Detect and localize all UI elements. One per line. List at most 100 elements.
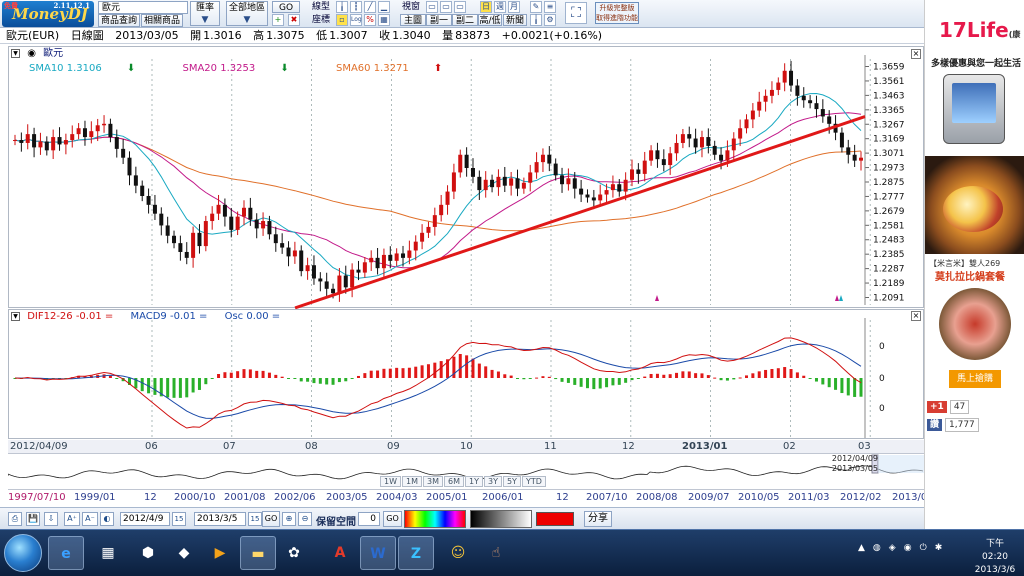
space-go-button[interactable]: GO — [383, 511, 402, 527]
gplus-widget[interactable]: +1 47 — [927, 400, 970, 414]
ad-logo[interactable]: 17Life(康 — [939, 18, 1020, 42]
news-button[interactable]: 新聞 — [503, 14, 527, 26]
start-calendar-icon[interactable]: 15 — [172, 512, 186, 526]
product-query-button[interactable]: 商品查詢 — [98, 14, 140, 27]
region-dropdown[interactable]: 全部地區 ▼ — [226, 1, 268, 26]
start-date-input[interactable]: 2012/4/9 — [120, 512, 170, 526]
period-3y-button[interactable]: 3Y — [483, 476, 502, 487]
period-1m-button[interactable]: 1M — [402, 476, 422, 487]
chat-icon[interactable]: ◉ — [904, 543, 912, 553]
app-icon[interactable]: ⬢ — [130, 536, 166, 570]
log-scale-button[interactable]: Log — [350, 14, 362, 26]
ad-sidebar[interactable]: 17Life(康 多樣優惠與您一起生活 【米言米】雙人269 莫扎拉比鍋套餐 馬… — [924, 0, 1024, 529]
gplus-button[interactable]: +1 — [927, 401, 947, 413]
price-chart[interactable]: 1.3659 1.3561 1.3463 1.3365 1.3267 1.3169 1.30… — [9, 47, 925, 309]
start-button[interactable] — [4, 534, 42, 572]
color-settings-icon[interactable]: ◐ — [100, 512, 114, 526]
percent-scale-button[interactable]: % — [364, 14, 376, 26]
power-icon[interactable]: ⏻ — [920, 543, 927, 553]
gray-gradient-picker[interactable] — [470, 510, 532, 528]
moneydj-taskbar-icon[interactable]: Z — [398, 536, 434, 570]
pizza-image[interactable] — [925, 156, 1024, 254]
word-icon[interactable]: W — [360, 536, 396, 570]
close-panel-button[interactable]: × — [911, 49, 921, 59]
ad-promo-name[interactable]: 莫扎拉比鍋套餐 — [935, 268, 1005, 283]
color-spectrum-picker[interactable] — [404, 510, 466, 528]
volume-icon[interactable]: ◈ — [889, 543, 896, 553]
tray-arrow-icon[interactable]: ▲ — [858, 543, 865, 553]
end-calendar-icon[interactable]: 15 — [248, 512, 262, 526]
coordinate-label[interactable]: 座標 — [312, 14, 330, 26]
grid-icon[interactable]: ▦ — [378, 14, 390, 26]
settings-icon[interactable]: ⚙ — [544, 14, 556, 26]
ie-icon[interactable]: e — [48, 536, 84, 570]
zoom-out-icon[interactable]: ⊖ — [298, 512, 312, 526]
area-icon[interactable]: ▁ — [378, 1, 390, 13]
layout2-icon[interactable]: ▭ — [440, 1, 452, 13]
macd-panel[interactable]: 0 0 0 ▼ DIF12-26 -0.01 = MACD9 -0.01 = Osc… — [8, 309, 924, 439]
selected-color-swatch[interactable] — [536, 512, 574, 526]
product-field[interactable]: 歐元 — [98, 1, 188, 14]
bar-icon[interactable]: ┇ — [350, 1, 362, 13]
fullscreen-icon[interactable]: ⛶ — [565, 2, 587, 24]
period-ytd-button[interactable]: YTD — [521, 476, 546, 487]
phone-image[interactable] — [943, 74, 1005, 144]
month-button[interactable]: 月 — [508, 1, 520, 13]
save-icon[interactable]: 💾 — [26, 512, 40, 526]
explorer-icon[interactable]: ▬ — [240, 536, 276, 570]
view-label[interactable]: 視窗 — [402, 1, 420, 13]
linear-scale-icon[interactable]: ▫ — [336, 14, 348, 26]
main-chart-dropdown[interactable]: 主圖 — [400, 14, 426, 26]
bluetooth-icon[interactable]: ✱ — [935, 543, 943, 553]
close-icon[interactable]: ✖ — [288, 14, 300, 26]
period-5y-button[interactable]: 5Y — [502, 476, 521, 487]
period-1w-button[interactable]: 1W — [380, 476, 401, 487]
collapse-toggle[interactable]: ▼ — [11, 311, 20, 321]
related-products-button[interactable]: 相關商品 — [141, 14, 183, 27]
date-go-button[interactable]: GO — [262, 511, 280, 527]
upgrade-promo-button[interactable]: 升級完整版 取得進階功能 — [595, 2, 639, 24]
space-value-input[interactable]: 0 — [358, 512, 380, 526]
buy-now-button[interactable]: 馬上搶購 — [949, 370, 1001, 388]
hotpot-image[interactable] — [939, 288, 1011, 360]
overview-navigator[interactable]: 2012/04/09 2013/03/05 1W 1M 3M 6M 1Y 3Y 5Y YTD — [8, 454, 924, 490]
price-chart-panel[interactable]: 1.3659 1.3561 1.3463 1.3365 1.3267 1.3169 1.30… — [8, 46, 925, 309]
acrobat-icon[interactable]: A — [322, 536, 358, 570]
candle-icon[interactable]: ╽ — [336, 1, 348, 13]
period-1y-button[interactable]: 1Y — [465, 476, 483, 487]
close-panel-button[interactable]: × — [911, 311, 921, 321]
font-decrease-icon[interactable]: A⁻ — [82, 512, 98, 526]
sub2-dropdown[interactable]: 副二 — [452, 14, 478, 26]
calculator-icon[interactable]: ▦ — [90, 536, 126, 570]
period-3m-button[interactable]: 3M — [423, 476, 443, 487]
taskbar-clock[interactable]: 下午 02:20 2013/3/6 — [972, 538, 1018, 576]
end-date-input[interactable]: 2013/3/5 — [194, 512, 246, 526]
period-6m-button[interactable]: 6M — [444, 476, 464, 487]
high-low-button[interactable]: 高/低 — [478, 14, 502, 26]
macd-chart[interactable]: 0 0 0 — [9, 310, 925, 440]
zoom-in-icon[interactable]: ⊕ — [282, 512, 296, 526]
candles-icon[interactable]: ╽ — [530, 14, 542, 26]
line-icon[interactable]: ╱ — [364, 1, 376, 13]
network-icon[interactable]: ◍ — [873, 543, 881, 553]
layout1-icon[interactable]: ▭ — [426, 1, 438, 13]
paint-icon[interactable]: ✿ — [276, 536, 312, 570]
font-increase-icon[interactable]: A⁺ — [64, 512, 80, 526]
draw-icon[interactable]: ✎ — [530, 1, 542, 13]
print-icon[interactable]: ⎙ — [8, 512, 22, 526]
export-icon[interactable]: ⇩ — [44, 512, 58, 526]
collapse-toggle[interactable]: ▼ — [11, 48, 20, 58]
go-button[interactable]: GO — [272, 1, 300, 13]
line-type-label[interactable]: 線型 — [312, 1, 330, 13]
radio-icon[interactable]: ◉ — [27, 48, 36, 59]
week-button[interactable]: 週 — [494, 1, 506, 13]
add-icon[interactable]: + — [272, 14, 284, 26]
fb-like-button[interactable]: 讚 — [927, 419, 943, 431]
sub1-dropdown[interactable]: 副一 — [426, 14, 452, 26]
layout3-icon[interactable]: ▭ — [454, 1, 466, 13]
indicator-icon[interactable]: ≡ — [544, 1, 556, 13]
media-player-icon[interactable]: ▶ — [202, 536, 238, 570]
day-button[interactable]: 日 — [480, 1, 492, 13]
cursor-app-icon[interactable]: ☝ — [478, 536, 514, 570]
facebook-widget[interactable]: 讚 1,777 — [927, 418, 979, 432]
